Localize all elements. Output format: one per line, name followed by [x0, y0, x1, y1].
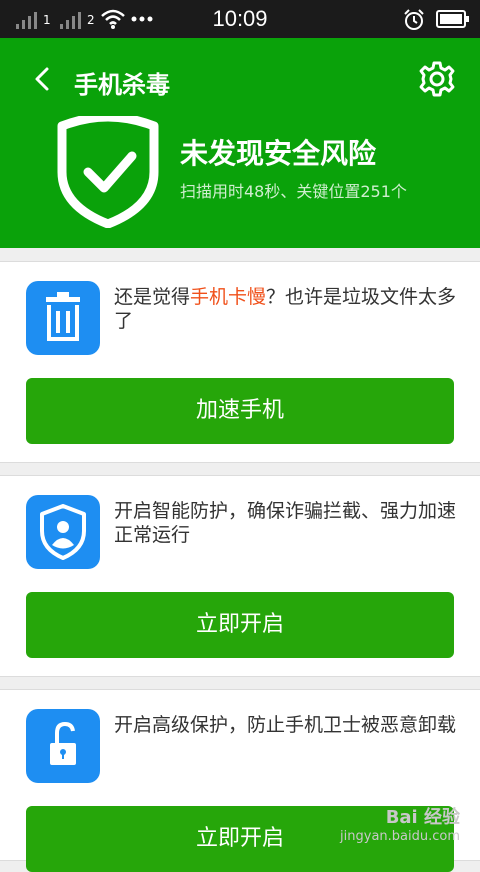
watermark-brand: Bai 经验 — [385, 807, 460, 828]
shield-check-icon — [57, 116, 159, 228]
card-smart-protection-text: 开启智能防护，确保诈骗拦截、强力加速正常运行 — [114, 500, 457, 546]
gear-icon[interactable] — [418, 60, 456, 98]
alarm-icon — [404, 9, 424, 30]
watermark: Bai 经验 jingyan.baidu.com — [340, 803, 460, 844]
back-arrow-icon[interactable] — [30, 66, 56, 92]
enable-smart-protection-button[interactable]: 立即开启 — [26, 592, 454, 658]
shield-person-icon — [26, 495, 100, 569]
watermark-url: jingyan.baidu.com — [340, 829, 460, 844]
battery-icon — [436, 10, 469, 28]
trash-icon — [26, 281, 100, 355]
result-title: 未发现安全风险 — [180, 137, 377, 170]
highlight-text: 手机卡慢 — [190, 286, 267, 308]
card-smart-protection: 开启智能防护，确保诈骗拦截、强力加速正常运行 立即开启 — [0, 475, 480, 677]
card-speedup: 还是觉得手机卡慢？也许是垃圾文件太多了 加速手机 — [0, 261, 480, 463]
unlock-icon — [26, 709, 100, 783]
card-advanced-protection-text: 开启高级保护，防止手机卫士被恶意卸载 — [114, 714, 457, 736]
result-subtitle: 扫描用时48秒、关键位置251个 — [180, 182, 407, 201]
scan-result-header: 手机杀毒 未发现安全风险 扫描用时48秒、关键位置251个 — [0, 38, 480, 248]
page-title: 手机杀毒 — [74, 71, 170, 99]
card-speedup-text: 还是觉得手机卡慢？也许是垃圾文件太多了 — [114, 286, 457, 332]
status-bar: 1 2 10:09 — [0, 0, 480, 38]
speedup-button[interactable]: 加速手机 — [26, 378, 454, 444]
